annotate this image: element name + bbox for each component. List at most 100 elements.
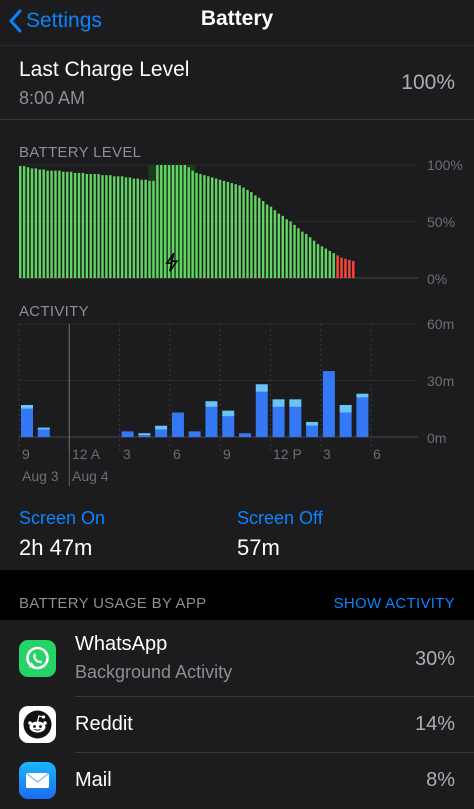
app-percentage: 30%: [414, 648, 455, 670]
battery-bar: [340, 257, 343, 278]
battery-bar: [156, 165, 159, 278]
screen-on-bar: [222, 416, 235, 437]
screen-on-bar: [239, 433, 252, 437]
battery-bar: [344, 258, 347, 278]
app-row-mail[interactable]: [0, 753, 474, 809]
battery-bar: [187, 167, 190, 278]
battery-bar: [144, 179, 147, 278]
battery-bar: [148, 180, 151, 278]
battery-bar: [258, 197, 261, 278]
battery-bar: [136, 178, 139, 278]
battery-level-chart: [19, 164, 418, 279]
battery-bar: [246, 189, 249, 278]
battery-bar: [277, 213, 281, 278]
battery-bar: [19, 166, 22, 278]
screen-off-bar: [272, 399, 285, 407]
battery-bar: [312, 240, 316, 278]
battery-bar: [222, 180, 226, 278]
battery-bar: [230, 183, 234, 278]
battery-bar: [62, 171, 65, 278]
battery-bar: [301, 231, 304, 278]
battery-bar: [160, 165, 163, 278]
battery-bar: [140, 179, 143, 278]
battery-bar: [191, 170, 194, 278]
activity-x-tick: 12 A: [72, 446, 101, 462]
battery-bar: [211, 177, 214, 278]
battery-bar: [203, 175, 206, 278]
battery-bar: [97, 174, 100, 278]
screen-off-bar: [356, 393, 369, 398]
screen-off-label: Screen Off: [237, 508, 323, 528]
battery-bar: [50, 170, 53, 278]
battery-bar: [73, 172, 77, 278]
battery-bar: [199, 174, 202, 278]
activity-x-tick: 12 P: [273, 446, 302, 462]
screen-off-bar: [255, 384, 268, 392]
screen-off-bar: [21, 404, 33, 409]
battery-bar: [81, 172, 85, 278]
battery-bar: [250, 192, 253, 278]
activity-date-label: Aug 3: [22, 468, 59, 484]
battery-bar: [54, 170, 57, 278]
screen-on-bar: [171, 412, 184, 437]
battery-bar: [26, 167, 30, 278]
battery-bar: [261, 201, 265, 278]
battery-bar: [42, 169, 45, 278]
battery-bar: [269, 206, 273, 278]
screen-off-bar: [222, 410, 235, 417]
battery-bar: [22, 166, 26, 278]
activity-x-tick: 6: [373, 446, 381, 462]
battery-level-label: BATTERY LEVEL: [19, 144, 142, 161]
screen-on-bar: [155, 429, 168, 437]
battery-bar: [207, 176, 210, 278]
battery-bar: [214, 178, 218, 278]
battery-bar: [101, 175, 104, 278]
screen-off-value: 57m: [237, 535, 280, 560]
screen-on-bar: [255, 391, 268, 437]
battery-bar: [293, 224, 296, 278]
battery-bar: [195, 172, 198, 278]
battery-bar: [46, 170, 49, 278]
reddit-icon: [19, 706, 56, 743]
battery-bar: [89, 174, 92, 278]
battery-bar: [38, 169, 42, 278]
battery-bar: [328, 250, 331, 278]
app-name: Reddit: [75, 713, 133, 735]
screen-on-bar: [322, 371, 335, 437]
battery-bar: [289, 221, 292, 278]
activity-date-label: Aug 4: [72, 468, 109, 484]
battery-bar: [297, 228, 300, 278]
screen-on-label: Screen On: [19, 508, 106, 528]
app-row-reddit[interactable]: [0, 697, 474, 752]
screen-off-bar: [289, 399, 302, 407]
battery-bar: [85, 174, 89, 278]
battery-bar: [305, 233, 308, 278]
screen-on-bar: [289, 406, 302, 437]
whatsapp-icon: [19, 640, 56, 677]
battery-bar: [34, 168, 38, 278]
screen-on-bar: [205, 406, 218, 437]
battery-bar: [324, 248, 328, 278]
activity-x-tick: 6: [173, 446, 181, 462]
screen-off-bar: [339, 404, 352, 413]
battery-bar: [66, 171, 69, 278]
battery-bar: [238, 185, 241, 278]
last-charge-title: Last Charge Level: [19, 58, 190, 81]
screen-off-bar: [306, 421, 319, 426]
navigation-bar: Settings Battery: [0, 0, 474, 46]
screen-off-bar: [155, 425, 168, 430]
battery-bar: [183, 165, 187, 278]
screen-on-value: 2h 47m: [19, 535, 93, 560]
battery-bar: [77, 172, 81, 278]
battery-bar: [109, 175, 112, 278]
screen-on-bar: [188, 431, 201, 437]
activity-x-tick: 9: [223, 446, 231, 462]
battery-bar: [128, 177, 132, 278]
battery-bar: [30, 168, 34, 278]
battery-bar: [218, 179, 222, 278]
screen-on-bar: [272, 406, 285, 437]
show-activity-button[interactable]: SHOW ACTIVITY: [334, 595, 455, 612]
app-row-whatsapp[interactable]: [0, 620, 474, 696]
battery-bar: [352, 261, 355, 278]
screen-on-bar: [21, 408, 33, 437]
